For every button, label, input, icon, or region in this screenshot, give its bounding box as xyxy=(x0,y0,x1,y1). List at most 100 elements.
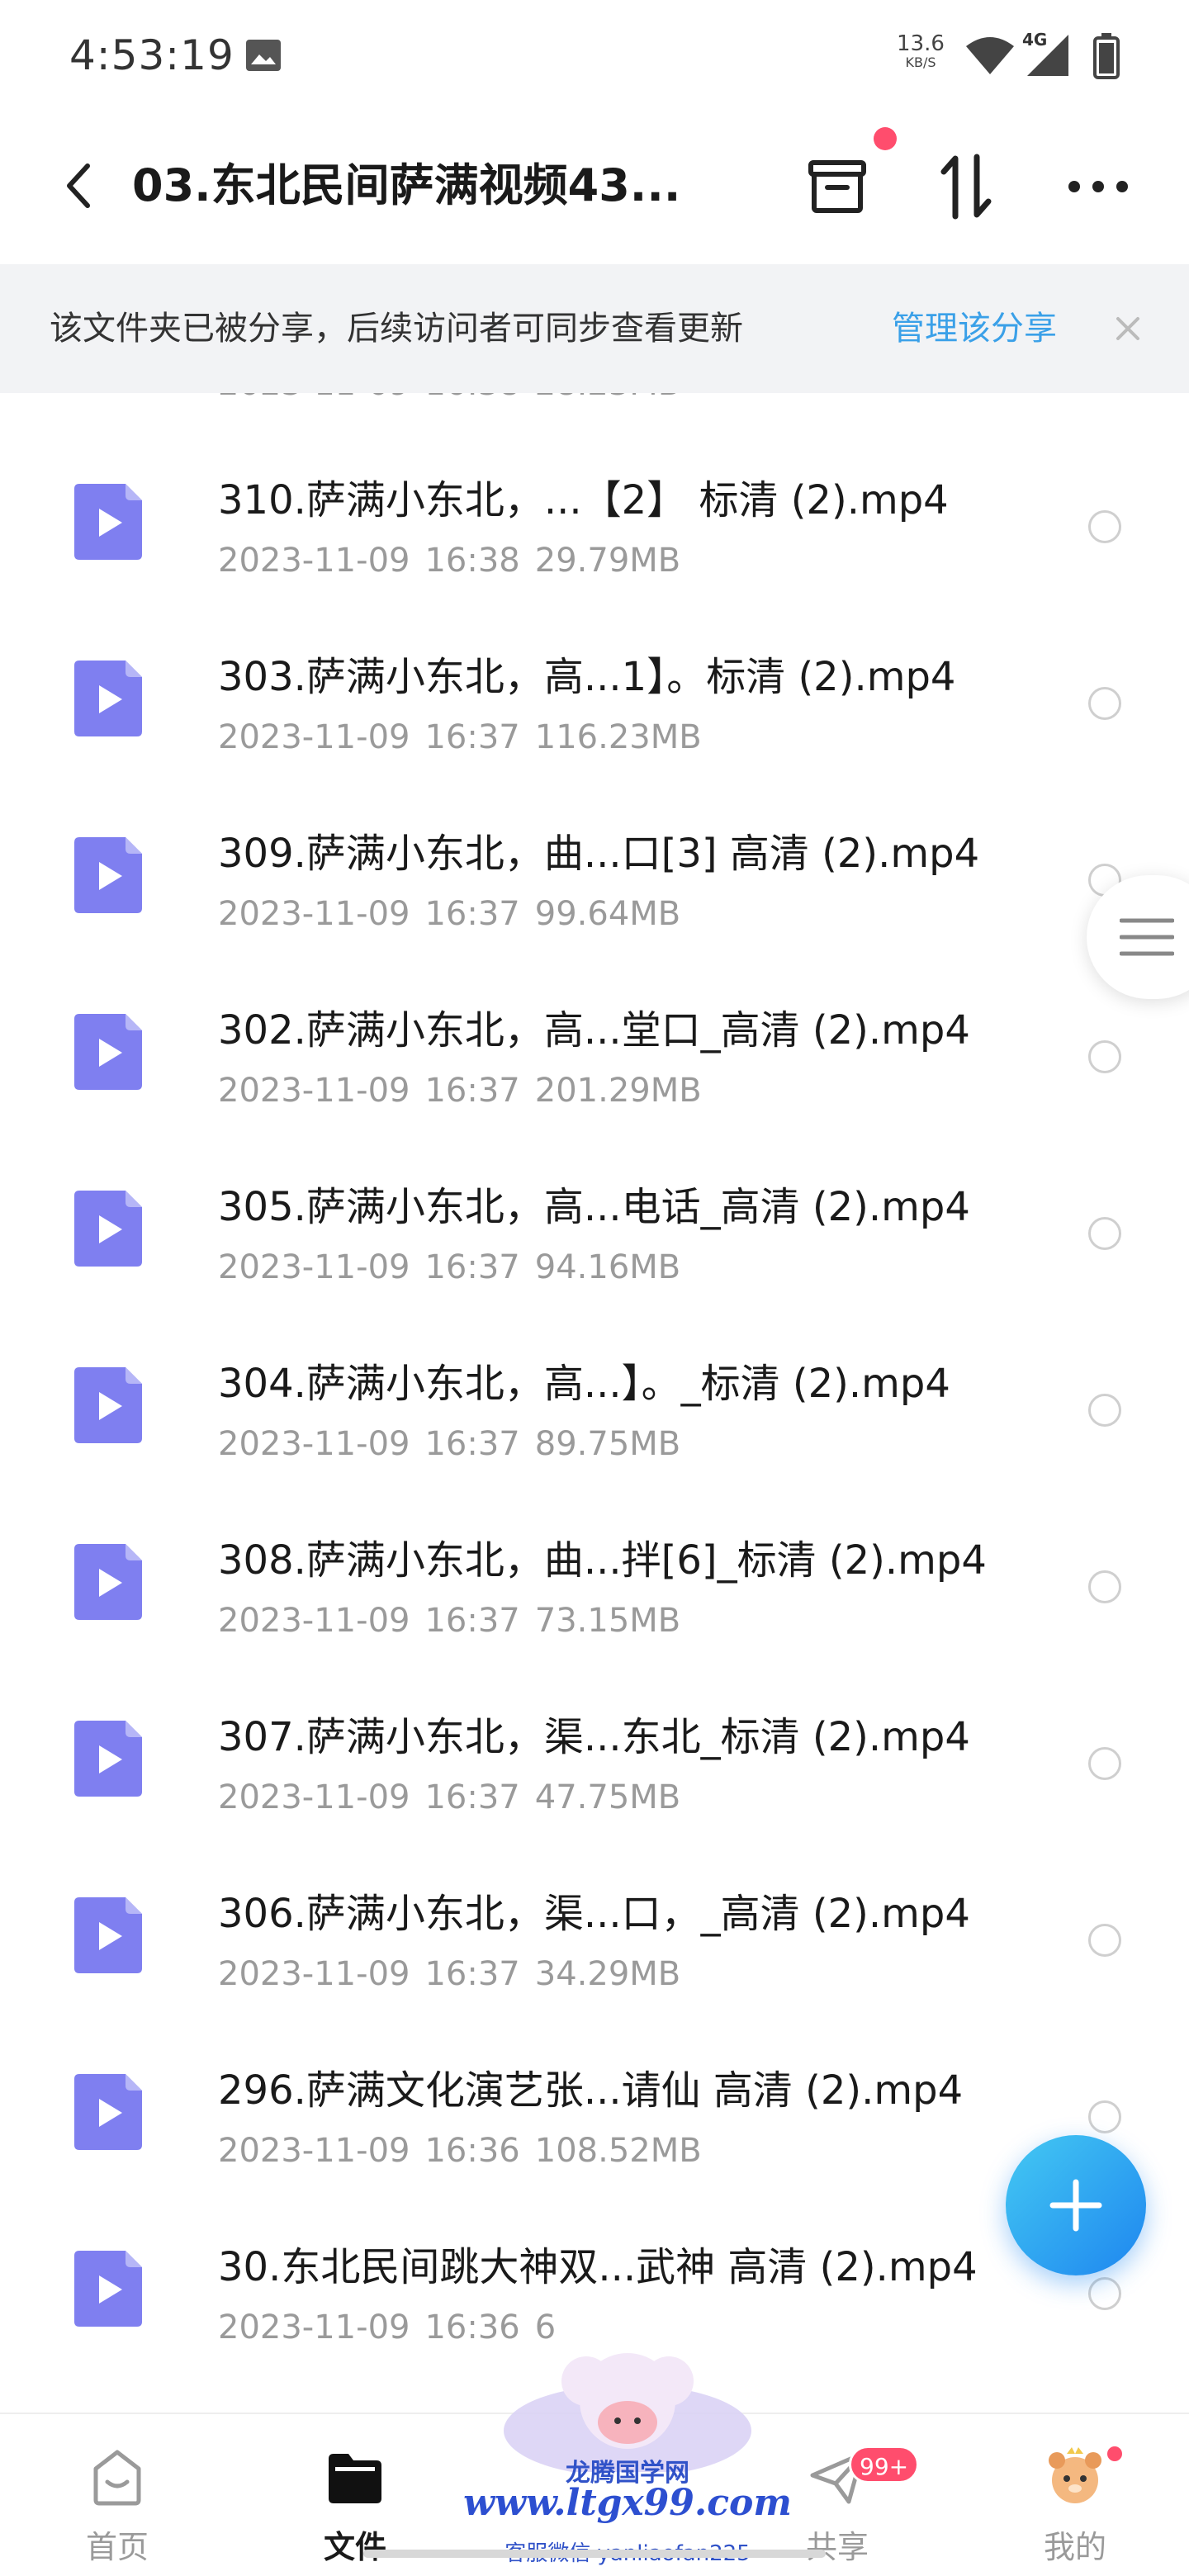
file-meta: 2023-11-09 16:37 89.75MB xyxy=(218,1423,695,1465)
file-meta: 2023-11-09 16:37 34.29MB xyxy=(218,1953,695,1995)
file-name: 306.萨满小东北，渠...口，_高清 (2).mp4 xyxy=(218,1891,970,1937)
video-file-icon xyxy=(74,1191,142,1267)
tab-me[interactable]: 我的 xyxy=(992,2429,1158,2576)
file-size: 34.29MB xyxy=(534,1955,681,1993)
file-name: 307.萨满小东北，渠...东北_标清 (2).mp4 xyxy=(218,1714,970,1760)
file-size: 28.23MB xyxy=(535,393,680,403)
title-bar: 03.东北民间萨满视频43... xyxy=(0,127,1189,248)
file-row[interactable]: 2023-11-09 16:38 28.23MB xyxy=(0,393,1189,441)
file-time: 16:37 xyxy=(424,1072,520,1110)
file-date: 2023-11-09 xyxy=(218,718,410,756)
file-date: 2023-11-09 xyxy=(218,895,410,933)
avatar-icon xyxy=(1049,2447,1101,2503)
file-row[interactable]: 307.萨满小东北，渠...东北_标清 (2).mp4 2023-11-09 16:… xyxy=(0,1678,1189,1854)
file-select-checkbox[interactable] xyxy=(1088,1570,1121,1603)
battery-icon xyxy=(1093,33,1120,79)
file-row[interactable]: 305.萨满小东北，高...电话_高清 (2).mp4 2023-11-09 16:… xyxy=(0,1148,1189,1324)
file-row[interactable]: 309.萨满小东北，曲...口[3] 高清 (2).mp4 2023-11-09 1… xyxy=(0,794,1189,971)
file-meta: 2023-11-09 16:37 99.64MB xyxy=(218,893,695,935)
file-name: 303.萨满小东北，高...1】。标清 (2).mp4 xyxy=(218,654,956,700)
share-banner: 该文件夹已被分享，后续访问者可同步查看更新 管理该分享 xyxy=(0,264,1189,393)
file-time: 16:37 xyxy=(424,1248,520,1286)
more-button[interactable] xyxy=(1065,154,1131,220)
video-file-icon xyxy=(74,1721,142,1797)
file-size: 89.75MB xyxy=(534,1425,681,1463)
file-select-checkbox[interactable] xyxy=(1088,1747,1121,1780)
video-file-icon xyxy=(74,1014,142,1090)
archive-box-icon xyxy=(808,160,866,213)
sort-button[interactable] xyxy=(933,154,999,220)
file-size: 29.79MB xyxy=(534,542,681,580)
share-banner-text: 该文件夹已被分享，后续访问者可同步查看更新 xyxy=(50,310,743,348)
tab-files-label: 文件 xyxy=(323,2529,386,2565)
file-date: 2023-11-09 xyxy=(218,393,410,403)
tab-home[interactable]: 首页 xyxy=(35,2429,200,2576)
folder-icon xyxy=(329,2454,381,2503)
video-file-icon xyxy=(74,661,142,736)
file-row[interactable]: 303.萨满小东北，高...1】。标清 (2).mp4 2023-11-09 16:… xyxy=(0,618,1189,794)
manage-share-link[interactable]: 管理该分享 xyxy=(892,305,1057,352)
file-row[interactable]: 304.萨满小东北，高...】。_标清 (2).mp4 2023-11-09 16:… xyxy=(0,1324,1189,1501)
file-time: 16:37 xyxy=(424,718,520,756)
network-speed: 13.6 KB/S xyxy=(892,33,950,71)
file-size: 116.23MB xyxy=(534,718,702,756)
file-size: 73.15MB xyxy=(534,1602,681,1640)
file-date: 2023-11-09 xyxy=(218,1955,410,1993)
file-time: 16:37 xyxy=(424,1955,520,1993)
file-date: 2023-11-09 xyxy=(218,1602,410,1640)
more-dots-icon xyxy=(1068,181,1128,192)
file-size: 99.64MB xyxy=(534,895,681,933)
file-time: 16:37 xyxy=(424,1602,520,1640)
file-meta: 2023-11-09 16:37 47.75MB xyxy=(218,1777,695,1818)
video-file-icon xyxy=(74,2251,142,2327)
file-date: 2023-11-09 xyxy=(218,2132,410,2170)
file-date: 2023-11-09 xyxy=(218,1425,410,1463)
image-notification-icon xyxy=(246,40,281,71)
file-select-checkbox[interactable] xyxy=(1088,2100,1121,2133)
file-meta: 2023-11-09 16:36 6 xyxy=(218,2307,571,2348)
wifi-icon xyxy=(966,37,1014,74)
file-select-checkbox[interactable] xyxy=(1088,1040,1121,1073)
file-select-checkbox[interactable] xyxy=(1088,510,1121,543)
sort-icon xyxy=(940,154,992,220)
back-arrow-icon xyxy=(67,163,90,208)
add-button[interactable] xyxy=(1006,2135,1146,2275)
file-row[interactable]: 310.萨满小东北，...【2】 标清 (2).mp4 2023-11-09 16:… xyxy=(0,441,1189,618)
file-select-checkbox[interactable] xyxy=(1088,687,1121,720)
tab-me-label: 我的 xyxy=(1043,2529,1106,2565)
file-date: 2023-11-09 xyxy=(218,1778,410,1816)
video-file-icon xyxy=(74,837,142,913)
file-time: 16:36 xyxy=(424,2308,520,2346)
network-type: 4G xyxy=(1022,30,1048,50)
file-date: 2023-11-09 xyxy=(218,1248,410,1286)
file-list: 2023-11-09 16:38 28.23MB 310.萨满小东北，...【2】 标… xyxy=(0,393,1189,2413)
back-button[interactable] xyxy=(50,157,107,215)
file-size: 108.52MB xyxy=(534,2132,702,2170)
file-name: 309.萨满小东北，曲...口[3] 高清 (2).mp4 xyxy=(218,831,980,877)
file-select-checkbox[interactable] xyxy=(1088,1217,1121,1250)
tab-home-label: 首页 xyxy=(85,2529,149,2565)
file-row[interactable]: 302.萨满小东北，高...堂口_高清 (2).mp4 2023-11-09 16:… xyxy=(0,971,1189,1148)
share-badge: 99+ xyxy=(849,2446,920,2484)
file-select-checkbox[interactable] xyxy=(1088,2277,1121,2310)
file-select-checkbox[interactable] xyxy=(1088,1394,1121,1427)
collection-button[interactable] xyxy=(804,154,870,220)
home-icon xyxy=(93,2450,141,2506)
banner-close-button[interactable] xyxy=(1103,304,1153,353)
file-row[interactable]: 306.萨满小东北，渠...口，_高清 (2).mp4 2023-11-09 16:… xyxy=(0,1854,1189,2031)
file-name: 310.萨满小东北，...【2】 标清 (2).mp4 xyxy=(218,477,949,523)
file-time: 16:37 xyxy=(424,895,520,933)
video-file-icon xyxy=(74,2074,142,2150)
file-time: 16:38 xyxy=(424,393,519,403)
watermark: 龙腾国学网 www.ltgx99.com 客服微信 yanliaofan225 xyxy=(462,2348,793,2576)
file-row[interactable]: 308.萨满小东北，曲...拌[6]_标清 (2).mp4 2023-11-09 1… xyxy=(0,1501,1189,1678)
file-time: 16:36 xyxy=(424,2132,520,2170)
file-meta: 2023-11-09 16:37 116.23MB xyxy=(218,717,717,758)
file-select-checkbox[interactable] xyxy=(1088,1924,1121,1957)
file-size: 201.29MB xyxy=(534,1072,702,1110)
page-title: 03.东北民间萨满视频43... xyxy=(132,159,681,211)
file-meta: 2023-11-09 16:37 73.15MB xyxy=(218,1600,695,1641)
file-date: 2023-11-09 xyxy=(218,2308,410,2346)
file-time: 16:37 xyxy=(424,1778,520,1816)
file-name: 302.萨满小东北，高...堂口_高清 (2).mp4 xyxy=(218,1007,970,1054)
